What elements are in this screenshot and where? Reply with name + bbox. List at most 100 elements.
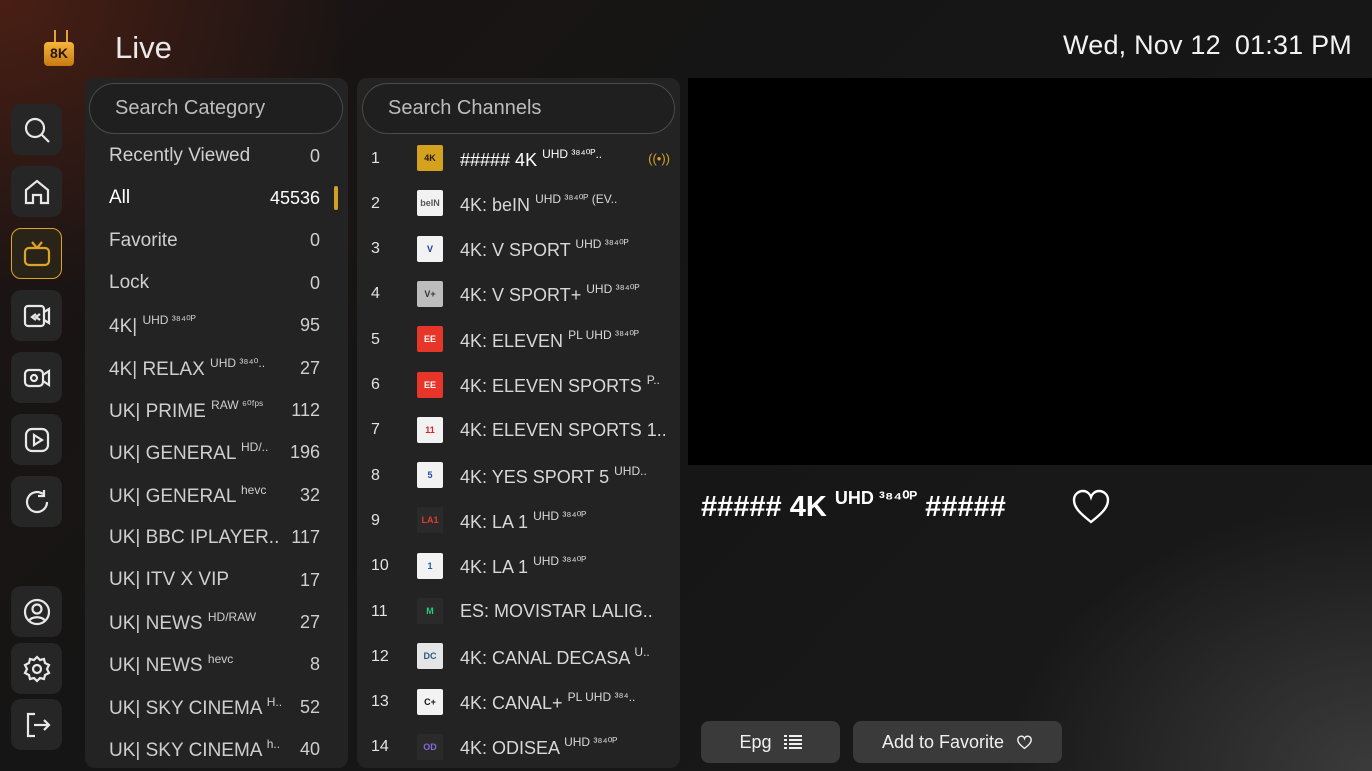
category-label-text: UK| PRIME [109, 400, 206, 422]
category-item[interactable]: UK| GENERAL HD/.. 196 [85, 432, 348, 474]
category-item[interactable]: UK| ITV X VIP 17 [85, 559, 348, 601]
category-label-text: UK| GENERAL [109, 443, 236, 465]
live-tv-button[interactable] [11, 228, 62, 279]
category-label: UK| SKY CINEMA h.. [109, 737, 280, 762]
category-label-text: All [109, 187, 131, 209]
epg-button-label: Epg [739, 731, 772, 752]
channel-logo: 5 [417, 462, 443, 489]
category-label-text: UK| NEWS [109, 612, 203, 634]
account-button[interactable] [11, 586, 62, 637]
channel-logo: V [417, 235, 443, 262]
channel-logo: 11 [417, 416, 443, 443]
category-item[interactable]: 4K| UHD ³⁸⁴⁰ᴾ 95 [85, 305, 348, 347]
channel-row[interactable]: 3 V 4K: V SPORT UHD ³⁸⁴⁰ᴾ [357, 227, 680, 272]
channel-row[interactable]: 12 DC 4K: CANAL DECASA U.. [357, 634, 680, 679]
add-to-favorite-label: Add to Favorite [881, 731, 1005, 752]
channel-row[interactable]: 13 C+ 4K: CANAL+ PL UHD ³⁸⁴.. [357, 680, 680, 725]
category-label-sup: h.. [266, 737, 281, 752]
category-panel: Search Category Recently Viewed 0 All 45536… [85, 78, 348, 768]
category-label: 4K| UHD ³⁸⁴⁰ᴾ [109, 313, 196, 338]
channel-row[interactable]: 11 M ES: MOVISTAR LALIG.. [357, 589, 680, 634]
category-label: UK| ITV X VIP [109, 569, 229, 591]
channel-number: 14 [371, 738, 389, 756]
channel-name-sup: UHD ³⁸⁴⁰ᴾ [564, 735, 618, 750]
channel-row[interactable]: 4 V+ 4K: V SPORT+ UHD ³⁸⁴⁰ᴾ [357, 272, 680, 317]
channel-row[interactable]: 5 EE 4K: ELEVEN PL UHD ³⁸⁴⁰ᴾ [357, 317, 680, 362]
search-channels-input[interactable]: Search Channels [362, 83, 675, 134]
epg-button[interactable]: Epg [701, 721, 840, 763]
category-count: 112 [291, 399, 320, 420]
category-item[interactable]: UK| NEWS hevc 8 [85, 644, 348, 686]
channel-name: 4K: ELEVEN SPORTS P.. [460, 373, 660, 397]
category-item[interactable]: Lock 0 [85, 262, 348, 304]
channel-number: 5 [371, 330, 380, 348]
category-count: 196 [289, 442, 320, 463]
category-label-sup: hevc [241, 482, 267, 497]
list-icon [783, 734, 802, 750]
category-label: UK| BBC IPLAYER.. [109, 527, 279, 549]
home-button[interactable] [11, 166, 62, 217]
category-label-sup: RAW ⁶⁰ᶠᵖˢ [211, 397, 264, 412]
refresh-icon [25, 489, 48, 513]
channel-logo: EE [417, 326, 443, 353]
category-item[interactable]: UK| SKY CINEMA h.. 40 [85, 729, 348, 768]
channel-number: 10 [371, 557, 389, 575]
channel-row[interactable]: 2 beIN 4K: beIN UHD ³⁸⁴⁰ᴾ (EV.. [357, 181, 680, 226]
home-icon [24, 179, 49, 204]
channel-name-text: 4K: ODISEA [460, 738, 560, 759]
channel-row[interactable]: 7 11 4K: ELEVEN SPORTS 1.. [357, 408, 680, 453]
now-playing-title-sup: UHD ³⁸⁴⁰ᴾ [834, 488, 918, 508]
logout-button[interactable] [11, 699, 62, 750]
channel-name-sup: UHD ³⁸⁴⁰ᴾ [575, 237, 629, 252]
category-item[interactable]: UK| BBC IPLAYER.. 117 [85, 517, 348, 559]
search-button[interactable] [11, 104, 62, 155]
channel-row[interactable]: 9 LA1 4K: LA 1 UHD ³⁸⁴⁰ᴾ [357, 498, 680, 543]
category-count: 0 [309, 230, 320, 251]
channel-name: 4K: LA 1 UHD ³⁸⁴⁰ᴾ [460, 509, 586, 533]
video-player[interactable] [688, 78, 1372, 465]
channel-name: 4K: ELEVEN SPORTS 1.. [460, 420, 665, 441]
category-item[interactable]: UK| SKY CINEMA H.. 52 [85, 686, 348, 728]
channel-logo: 4K [417, 145, 443, 171]
channel-logo: EE [417, 371, 443, 398]
channel-logo: V+ [417, 280, 443, 307]
movies-button[interactable] [11, 352, 62, 403]
category-item[interactable]: UK| GENERAL hevc 32 [85, 474, 348, 516]
channel-name: 4K: ELEVEN PL UHD ³⁸⁴⁰ᴾ [460, 328, 639, 352]
channel-number: 6 [371, 376, 380, 393]
channel-row[interactable]: 8 5 4K: YES SPORT 5 UHD.. [357, 453, 680, 498]
category-item[interactable]: UK| PRIME RAW ⁶⁰ᶠᵖˢ 112 [85, 389, 348, 431]
category-item[interactable]: Recently Viewed 0 [85, 135, 348, 177]
channel-name-sup: UHD ³⁸⁴⁰ᴾ [533, 508, 587, 523]
category-count: 95 [299, 315, 320, 336]
category-item[interactable]: UK| NEWS HD/RAW 27 [85, 601, 348, 643]
settings-button[interactable] [11, 643, 62, 694]
channel-name: 4K: ODISEA UHD ³⁸⁴⁰ᴾ [460, 735, 617, 759]
channel-name-text: 4K: LA 1 [460, 557, 529, 578]
channel-name-text: 4K: V SPORT+ [460, 285, 582, 306]
channel-row[interactable]: 6 EE 4K: ELEVEN SPORTS P.. [357, 363, 680, 408]
add-to-favorite-button[interactable]: Add to Favorite [853, 721, 1062, 763]
channel-number: 8 [371, 466, 380, 484]
category-label-sup: HD/.. [241, 440, 269, 455]
favorite-heart-icon[interactable] [1071, 488, 1111, 526]
channel-row[interactable]: 10 1 4K: LA 1 UHD ³⁸⁴⁰ᴾ [357, 544, 680, 589]
channel-logo: LA1 [417, 507, 443, 534]
search-category-input[interactable]: Search Category [89, 83, 343, 134]
category-label: UK| NEWS hevc [109, 652, 233, 677]
channel-logo: beIN [417, 190, 443, 217]
catchup-button[interactable] [11, 290, 62, 341]
series-button[interactable] [11, 414, 62, 465]
channel-row[interactable]: 1 4K ##### 4K UHD ³⁸⁴⁰ᴾ.. ((•)) [357, 136, 680, 181]
channel-row[interactable]: 14 OD 4K: ODISEA UHD ³⁸⁴⁰ᴾ [357, 725, 680, 768]
channel-number: 1 [371, 149, 380, 167]
refresh-button[interactable] [11, 476, 62, 527]
channel-number: 11 [371, 602, 388, 620]
channel-number: 4 [371, 285, 380, 303]
category-label-sup: H.. [266, 694, 283, 709]
category-item[interactable]: All 45536 [85, 177, 348, 219]
category-item[interactable]: Favorite 0 [85, 220, 348, 262]
category-item[interactable]: 4K| RELAX UHD ³⁸⁴⁰.. 27 [85, 347, 348, 389]
category-label: UK| SKY CINEMA H.. [109, 695, 282, 720]
time-text: 01:31 PM [1234, 30, 1352, 60]
